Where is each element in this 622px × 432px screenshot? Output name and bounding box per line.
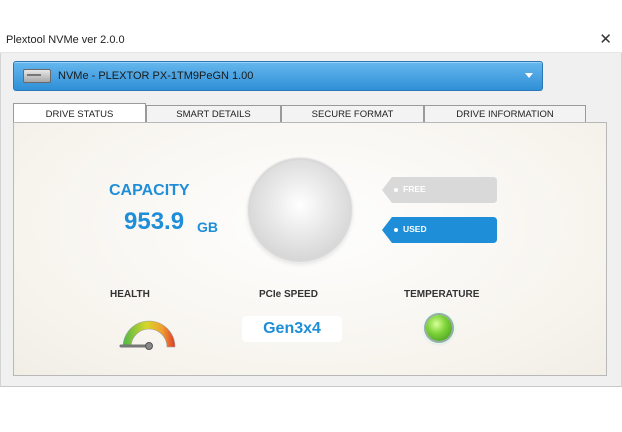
chevron-down-icon[interactable] <box>525 73 533 78</box>
drive-status-panel: CAPACITY 953.9 GB FREE USED HEALTH PCIe … <box>13 122 607 376</box>
legend-used-dot-icon <box>394 228 398 232</box>
close-icon[interactable]: ✕ <box>599 31 612 49</box>
capacity-label: CAPACITY <box>109 182 190 199</box>
window-title: Plextool NVMe ver 2.0.0 <box>6 34 125 46</box>
drive-select-dropdown[interactable]: NVMe - PLEXTOR PX-1TM9PeGN 1.00 <box>13 61 543 91</box>
legend-used-pill <box>382 217 497 243</box>
capacity-unit: GB <box>197 219 218 235</box>
temperature-label: TEMPERATURE <box>404 289 480 300</box>
legend-used-label: USED <box>403 224 427 234</box>
tab-drive-information[interactable]: DRIVE INFORMATION <box>424 105 586 123</box>
health-label: HEALTH <box>110 289 150 300</box>
legend-used: USED <box>382 217 497 243</box>
legend-free-label: FREE <box>403 184 426 194</box>
legend-free: FREE <box>382 177 497 203</box>
tab-drive-status[interactable]: DRIVE STATUS <box>13 103 146 123</box>
pcie-speed-value: Gen3x4 <box>242 316 342 342</box>
tab-secure-format[interactable]: SECURE FORMAT <box>281 105 424 123</box>
title-bar: Plextool NVMe ver 2.0.0 ✕ <box>0 28 622 53</box>
legend-free-pill <box>382 177 497 203</box>
legend-free-dot-icon <box>394 188 398 192</box>
usage-disc-icon <box>248 158 352 262</box>
temperature-status-icon <box>426 315 452 341</box>
health-gauge-icon <box>119 320 176 350</box>
capacity-value: 953.9 <box>124 208 185 235</box>
pcie-speed-label: PCIe SPEED <box>259 289 318 300</box>
tab-smart-details[interactable]: SMART DETAILS <box>146 105 281 123</box>
drive-select-value: NVMe - PLEXTOR PX-1TM9PeGN 1.00 <box>58 70 254 82</box>
drive-icon <box>23 69 51 83</box>
